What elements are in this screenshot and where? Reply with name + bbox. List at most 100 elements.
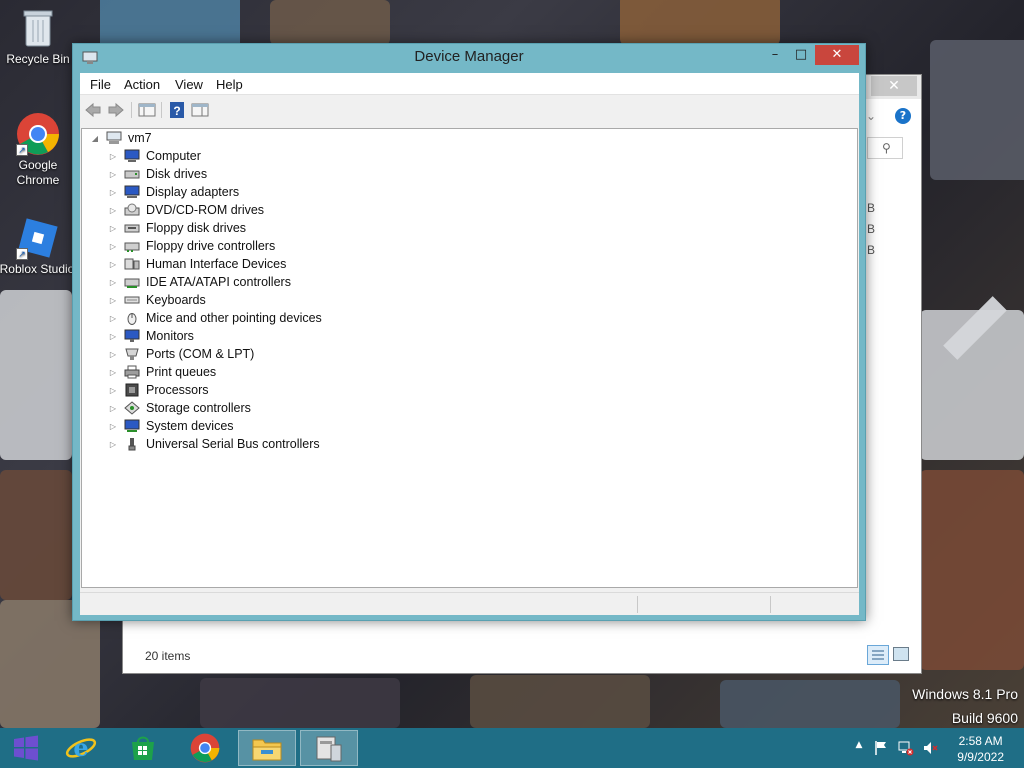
tree-item-label: DVD/CD-ROM drives	[146, 203, 265, 217]
wallpaper-tile	[720, 680, 900, 728]
tree-item-label: Mice and other pointing devices	[146, 311, 322, 325]
expand-triangle-icon[interactable]: ▷	[108, 260, 118, 269]
network-disconnected-icon[interactable]	[898, 740, 914, 756]
expand-triangle-icon[interactable]: ▷	[108, 296, 118, 305]
menu-action[interactable]: Action	[124, 77, 160, 92]
wallpaper-tile	[920, 470, 1024, 670]
search-icon[interactable]: ⚲	[867, 137, 903, 159]
expand-triangle-icon[interactable]: ▷	[108, 188, 118, 197]
toolbar-separator	[161, 102, 162, 118]
tree-item-disk-drives[interactable]: ▷ Disk drives	[108, 165, 207, 183]
expand-triangle-icon[interactable]: ▷	[108, 242, 118, 251]
disk-drive-icon	[124, 167, 140, 181]
tree-item-label: Processors	[146, 383, 209, 397]
desktop-icon-label: Roblox Studio	[0, 262, 75, 276]
tree-item-storage-controllers[interactable]: ▷ Storage controllers	[108, 399, 251, 417]
large-icons-view-icon[interactable]	[893, 647, 909, 661]
computer-icon	[106, 131, 122, 145]
expand-triangle-icon[interactable]: ▷	[108, 386, 118, 395]
system-clock[interactable]: 2:58 AM 9/9/2022	[957, 733, 1004, 765]
tree-item-dvd-cd-rom-drives[interactable]: ▷ DVD/CD-ROM drives	[108, 201, 264, 219]
wallpaper-tile	[930, 40, 1024, 180]
device-manager-window[interactable]: Device Manager – □ ✕ File Action View He…	[72, 43, 866, 621]
device-tree[interactable]: ◢ vm7 ▷ Computer ▷ Disk drives ▷ Display adap…	[81, 128, 858, 588]
tree-root[interactable]: ◢ vm7	[90, 129, 152, 147]
menu-view[interactable]: View	[175, 77, 203, 92]
clock-date: 9/9/2022	[957, 750, 1004, 764]
back-arrow-icon[interactable]	[84, 101, 102, 119]
tree-item-label: Computer	[146, 149, 201, 163]
expand-triangle-icon[interactable]: ▷	[108, 278, 118, 287]
wallpaper-tile	[200, 678, 400, 728]
help-icon[interactable]: ?	[168, 101, 186, 119]
tree-item-floppy-drive-controllers[interactable]: ▷ Floppy drive controllers	[108, 237, 275, 255]
volume-muted-icon[interactable]	[923, 740, 939, 756]
action-center-flag-icon[interactable]	[873, 740, 889, 756]
close-button[interactable]: ✕	[815, 45, 859, 65]
expand-triangle-icon[interactable]: ▷	[108, 332, 118, 341]
desktop-icon-google-chrome[interactable]: ↗ Google Chrome	[0, 112, 76, 188]
device-manager-icon[interactable]	[300, 730, 358, 766]
status-bar	[80, 592, 859, 615]
tree-item-human-interface-devices[interactable]: ▷ Human Interface Devices	[108, 255, 286, 273]
file-explorer-icon[interactable]	[238, 730, 296, 766]
windows-build-watermark: Build 9600	[951, 710, 1018, 726]
tree-item-mice-and-other-pointing-devices[interactable]: ▷ Mice and other pointing devices	[108, 309, 322, 327]
forward-arrow-icon[interactable]	[107, 101, 125, 119]
expand-triangle-icon[interactable]: ▷	[108, 404, 118, 413]
tree-item-display-adapters[interactable]: ▷ Display adapters	[108, 183, 239, 201]
expand-triangle-icon[interactable]: ▷	[108, 206, 118, 215]
tree-item-label: Disk drives	[146, 167, 208, 181]
tree-item-universal-serial-bus-controllers[interactable]: ▷ Universal Serial Bus controllers	[108, 435, 320, 453]
desktop-icon-recycle-bin[interactable]: Recycle Bin	[0, 6, 76, 66]
minimize-button[interactable]: –	[763, 45, 787, 65]
menu-file[interactable]: File	[90, 77, 111, 92]
menu-help[interactable]: Help	[216, 77, 243, 92]
help-icon[interactable]: ?	[895, 108, 911, 124]
start-button[interactable]	[0, 730, 52, 766]
show-hide-console-tree-icon[interactable]	[138, 101, 156, 119]
tree-item-label: Storage controllers	[146, 401, 251, 415]
properties-icon[interactable]	[191, 101, 209, 119]
desktop-icon-roblox-studio[interactable]: ↗ Roblox Studio	[0, 216, 76, 276]
store-icon[interactable]	[114, 730, 172, 766]
maximize-button[interactable]: □	[789, 45, 813, 65]
toolbar-separator	[131, 102, 132, 118]
collapse-triangle-icon[interactable]: ◢	[90, 134, 100, 143]
expand-triangle-icon[interactable]: ▷	[108, 170, 118, 179]
close-icon[interactable]: ✕	[871, 76, 917, 96]
expand-triangle-icon[interactable]: ▷	[108, 422, 118, 431]
desktop-icon-label: Google Chrome	[16, 158, 60, 187]
tree-item-label: Floppy drive controllers	[146, 239, 276, 253]
tree-item-monitors[interactable]: ▷ Monitors	[108, 327, 194, 345]
expand-triangle-icon[interactable]: ▷	[108, 152, 118, 161]
windows-edition-watermark: Windows 8.1 Pro	[912, 686, 1018, 702]
tree-item-computer[interactable]: ▷ Computer	[108, 147, 201, 165]
printer-icon	[124, 365, 140, 379]
floppy-disk-icon	[124, 221, 140, 235]
expand-triangle-icon[interactable]: ▷	[108, 314, 118, 323]
show-hidden-icons-icon[interactable]: ▲	[851, 740, 867, 756]
storage-controller-icon	[124, 401, 140, 415]
tree-item-keyboards[interactable]: ▷ Keyboards	[108, 291, 206, 309]
internet-explorer-icon[interactable]: e	[52, 730, 110, 766]
shortcut-arrow-icon: ↗	[16, 144, 28, 156]
tree-item-processors[interactable]: ▷ Processors	[108, 381, 209, 399]
details-view-icon[interactable]	[867, 645, 889, 665]
tree-item-ide-ata-atapi-controllers[interactable]: ▷ IDE ATA/ATAPI controllers	[108, 273, 291, 291]
wallpaper-tile	[0, 290, 72, 460]
tree-item-label: Keyboards	[146, 293, 206, 307]
expand-triangle-icon[interactable]: ▷	[108, 440, 118, 449]
expand-triangle-icon[interactable]: ▷	[108, 224, 118, 233]
expand-triangle-icon[interactable]: ▷	[108, 368, 118, 377]
tree-item-system-devices[interactable]: ▷ System devices	[108, 417, 234, 435]
tree-item-ports-com-lpt[interactable]: ▷ Ports (COM & LPT)	[108, 345, 254, 363]
wallpaper-tile	[470, 675, 650, 728]
tree-item-print-queues[interactable]: ▷ Print queues	[108, 363, 216, 381]
desktop-icon-label: Recycle Bin	[6, 52, 70, 66]
tree-item-floppy-disk-drives[interactable]: ▷ Floppy disk drives	[108, 219, 246, 237]
expand-triangle-icon[interactable]: ▷	[108, 350, 118, 359]
chrome-icon[interactable]	[176, 730, 234, 766]
chevron-down-icon[interactable]: ⌄	[866, 109, 876, 123]
chrome-icon: ↗	[16, 112, 60, 156]
